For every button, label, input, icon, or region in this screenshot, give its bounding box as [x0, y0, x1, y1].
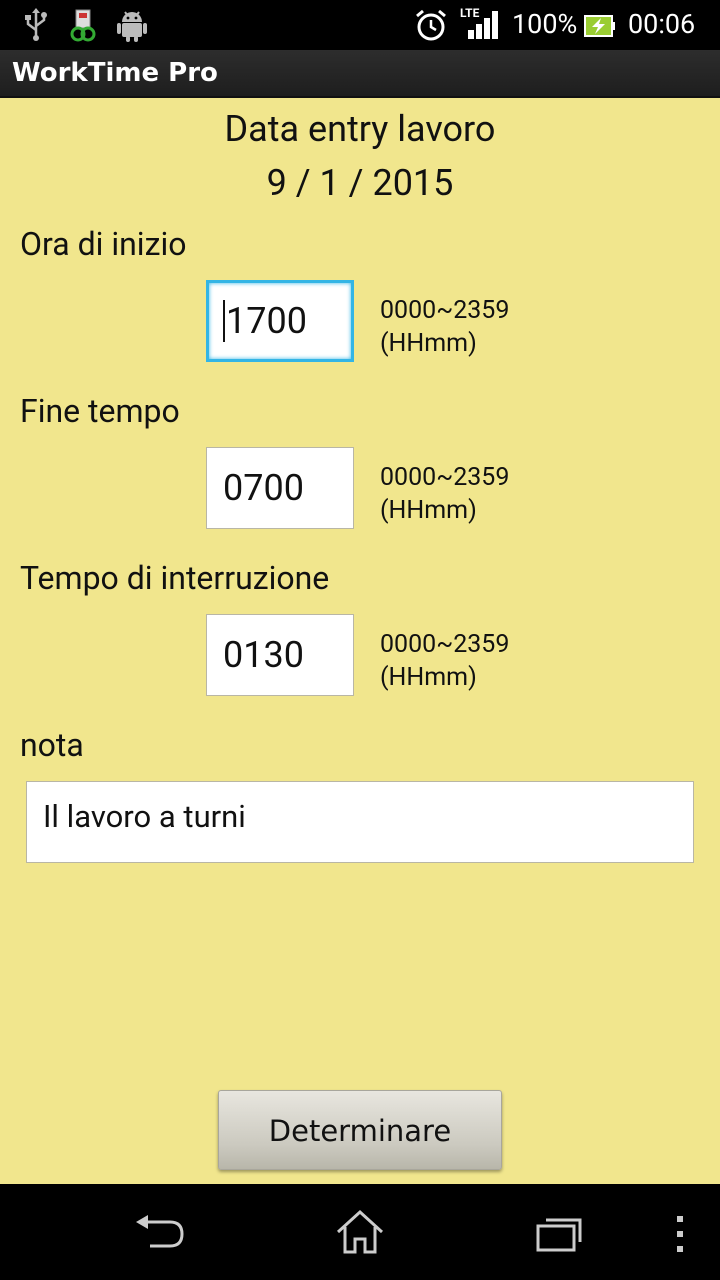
battery-percent: 100%	[512, 8, 578, 40]
end-time-range: 0000~2359	[380, 463, 510, 492]
android-icon	[117, 11, 147, 42]
end-time-label: Fine tempo	[20, 392, 180, 430]
navigation-bar	[0, 1184, 720, 1280]
entry-date: 9 / 1 / 2015	[266, 162, 454, 204]
break-time-value: 0130	[223, 634, 304, 676]
break-time-input[interactable]: 0130	[206, 614, 354, 696]
break-time-hint: 0000~2359 (HHmm)	[380, 628, 509, 694]
end-time-input[interactable]: 0700	[206, 447, 354, 529]
app-title: WorkTime Pro	[12, 58, 218, 88]
break-time-format: (HHmm)	[380, 663, 477, 692]
start-time-value: 1700	[226, 300, 307, 342]
clock: 00:06	[628, 8, 696, 40]
signal-strength-icon	[468, 11, 498, 39]
app-notification-icon	[70, 9, 96, 42]
end-time-hint: 0000~2359 (HHmm)	[380, 461, 509, 527]
end-time-value: 0700	[223, 467, 304, 509]
start-time-range: 0000~2359	[380, 296, 510, 325]
battery-charging-icon	[584, 15, 615, 37]
overflow-menu-icon[interactable]	[674, 1214, 686, 1254]
break-time-range: 0000~2359	[380, 630, 510, 659]
alarm-clock-icon	[416, 9, 446, 41]
start-time-format: (HHmm)	[380, 329, 477, 358]
usb-icon	[25, 8, 47, 41]
home-icon[interactable]	[334, 1208, 386, 1256]
end-time-format: (HHmm)	[380, 496, 477, 525]
page-title: Data entry lavoro	[224, 108, 496, 150]
note-value: Il lavoro a turni	[43, 798, 246, 835]
break-time-label: Tempo di interruzione	[20, 559, 330, 597]
status-bar: LTE 100% 00:06	[0, 0, 720, 50]
determine-button[interactable]: Determinare	[218, 1090, 502, 1170]
recent-apps-icon[interactable]	[536, 1214, 584, 1254]
back-icon[interactable]	[132, 1214, 186, 1254]
action-bar: WorkTime Pro	[0, 50, 720, 98]
start-time-hint: 0000~2359 (HHmm)	[380, 294, 509, 360]
data-entry-form: Data entry lavoro 9 / 1 / 2015 Ora di in…	[0, 98, 720, 1184]
start-time-input[interactable]: 1700	[206, 280, 354, 362]
note-input[interactable]: Il lavoro a turni	[26, 781, 694, 863]
start-time-label: Ora di inizio	[20, 225, 187, 263]
note-label: nota	[20, 726, 84, 764]
text-cursor	[223, 300, 225, 343]
